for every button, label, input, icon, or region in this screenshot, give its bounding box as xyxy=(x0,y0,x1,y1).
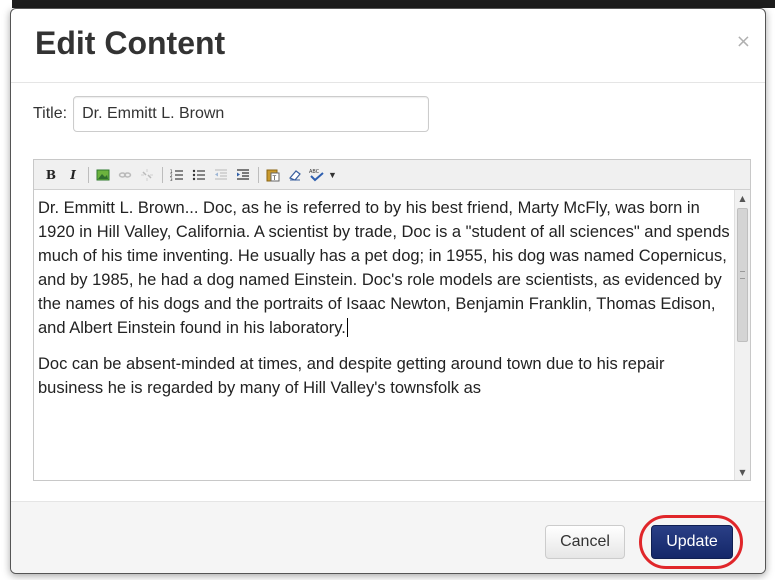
cancel-button[interactable]: Cancel xyxy=(545,525,625,559)
outdent-icon[interactable] xyxy=(212,166,230,184)
title-label: Title: xyxy=(33,105,68,122)
link-icon[interactable] xyxy=(116,166,134,184)
svg-text:T: T xyxy=(272,175,277,182)
content-paragraph: Doc can be absent-minded at times, and d… xyxy=(38,355,665,397)
italic-button[interactable]: I xyxy=(64,166,82,184)
unlink-icon[interactable] xyxy=(138,166,156,184)
close-button[interactable]: × xyxy=(736,31,751,52)
chevron-down-icon[interactable]: ▼ xyxy=(328,170,337,180)
thumb-grip-icon xyxy=(740,271,745,279)
image-icon[interactable] xyxy=(94,166,112,184)
scroll-down-icon[interactable]: ▼ xyxy=(735,464,750,480)
title-input[interactable] xyxy=(73,96,430,132)
bold-button[interactable]: B xyxy=(42,166,60,184)
content-paragraph-text: Dr. Emmitt L. Brown... Doc, as he is ref… xyxy=(38,199,730,337)
content-paragraph: Dr. Emmitt L. Brown... Doc, as he is ref… xyxy=(38,196,730,340)
scroll-up-icon[interactable]: ▲ xyxy=(735,190,750,206)
editor-scrollbar[interactable]: ▲ ▼ xyxy=(734,190,750,480)
dialog-title: Edit Content xyxy=(35,25,226,61)
paste-text-icon[interactable]: T xyxy=(264,166,282,184)
backdrop-strip xyxy=(12,0,775,8)
toolbar-separator xyxy=(88,166,89,183)
spellcheck-icon[interactable]: ABC xyxy=(308,166,326,184)
numbered-list-icon[interactable]: 123 xyxy=(168,166,186,184)
indent-icon[interactable] xyxy=(234,166,252,184)
editor-content[interactable]: Dr. Emmitt L. Brown... Doc, as he is ref… xyxy=(34,190,734,480)
svg-text:3: 3 xyxy=(170,177,173,182)
edit-content-dialog: Edit Content × Title: B I 123 xyxy=(10,8,766,574)
svg-text:ABC: ABC xyxy=(309,169,320,175)
editor-toolbar: B I 123 T ABC ▼ xyxy=(34,160,750,190)
title-row: Title: xyxy=(33,95,430,133)
bulleted-list-icon[interactable] xyxy=(190,166,208,184)
toolbar-separator xyxy=(162,166,163,183)
text-cursor xyxy=(346,318,348,337)
toolbar-separator xyxy=(258,166,259,183)
rich-text-editor: B I 123 T ABC ▼ Dr. Emmitt L. Brown... D… xyxy=(33,159,751,481)
scrollbar-thumb[interactable] xyxy=(737,208,748,342)
eraser-icon[interactable] xyxy=(286,166,304,184)
update-button[interactable]: Update xyxy=(651,525,733,559)
dialog-header: Edit Content × xyxy=(11,9,765,83)
dialog-footer: Cancel Update xyxy=(11,501,765,573)
